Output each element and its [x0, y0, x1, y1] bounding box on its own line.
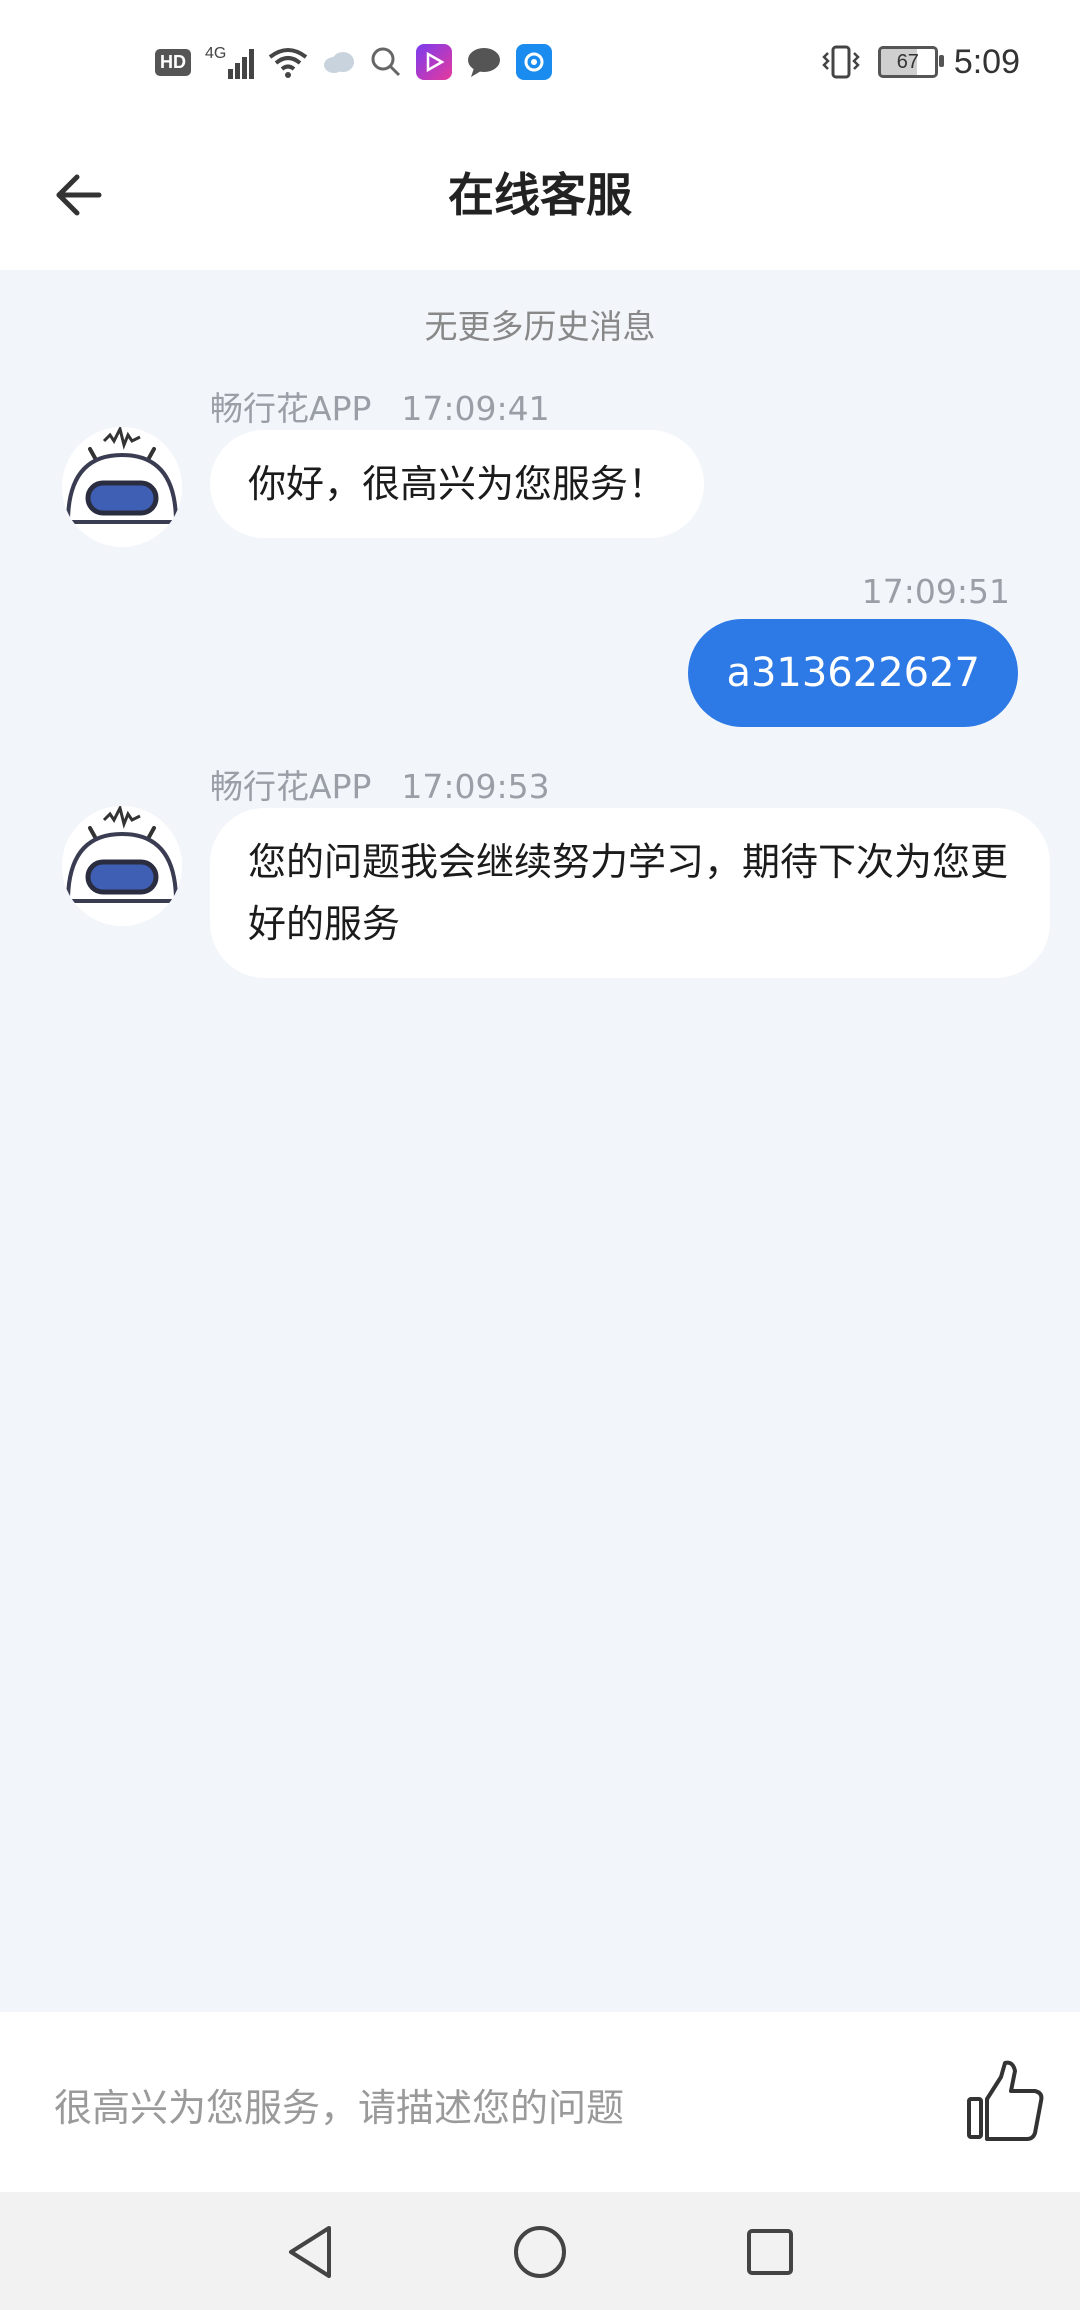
history-note: 无更多历史消息: [424, 307, 656, 346]
status-icons-left: HD 4G: [155, 38, 553, 86]
bot-avatar: [62, 427, 182, 547]
sender-name: 畅行花APP: [210, 389, 372, 428]
sender-name: 畅行花APP: [210, 767, 372, 806]
cloud-icon: [324, 52, 355, 73]
status-bar: HD 4G 67 5:09: [0, 0, 1080, 120]
robot-icon: [62, 806, 182, 926]
robot-icon: [62, 427, 182, 547]
search-icon: [371, 47, 401, 77]
message-meta: 畅行花APP 17:09:53: [210, 760, 550, 808]
network-type: 4G: [205, 45, 227, 62]
message-time: 17:09:41: [401, 389, 550, 428]
thumbs-up-icon: [967, 2060, 1044, 2141]
message-text: 你好，很高兴为您服务！: [248, 462, 667, 506]
hd-badge: HD: [155, 48, 191, 76]
status-icons-right: 67 5:09: [820, 38, 1020, 86]
message-time: 17:09:53: [401, 767, 550, 806]
triangle-back-icon: [289, 2226, 331, 2278]
signal-icon: 4G: [205, 45, 255, 79]
message-time: 17:09:51: [861, 572, 1010, 611]
nav-home-button[interactable]: [505, 2217, 575, 2287]
battery-indicator: 67: [877, 46, 944, 78]
message-bubble-icon: [468, 48, 501, 77]
message-input[interactable]: [52, 2072, 916, 2144]
message-text: 您的问题我会继续努力学习，期待下次为您更好的服务: [248, 840, 1009, 946]
bot-message-bubble: 你好，很高兴为您服务！: [210, 430, 705, 538]
wifi-icon: [269, 48, 308, 78]
user-message-bubble: a313622627: [688, 619, 1018, 727]
message-meta: 畅行花APP 17:09:41: [210, 382, 550, 430]
message-text: a313622627: [726, 650, 980, 696]
bot-message-bubble: 您的问题我会继续努力学习，期待下次为您更好的服务: [210, 808, 1050, 978]
square-recents-icon: [747, 2229, 793, 2275]
input-bar: [0, 2012, 1080, 2192]
circle-home-icon: [514, 2226, 566, 2278]
clock: 5:09: [953, 42, 1020, 81]
nav-recents-button[interactable]: [735, 2217, 805, 2287]
like-button[interactable]: [965, 2057, 1045, 2147]
vibrate-icon: [822, 45, 860, 79]
blue-app-icon: [516, 44, 553, 80]
system-nav-bar: [0, 2192, 1080, 2310]
page-title: 在线客服: [448, 168, 632, 222]
app-header: 在线客服: [0, 120, 1080, 270]
video-app-icon: [416, 44, 453, 80]
bot-avatar: [62, 806, 182, 926]
nav-back-button[interactable]: [275, 2217, 345, 2287]
